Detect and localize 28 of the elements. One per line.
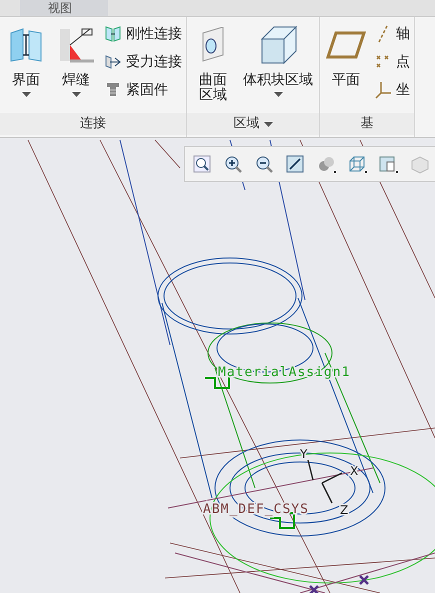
group-label: 连接 <box>0 113 186 135</box>
ribbon-button[interactable]: 坐 <box>374 79 410 101</box>
ribbon-button[interactable]: 平面 <box>324 21 368 113</box>
cube-icon <box>258 23 298 67</box>
ribbon-button[interactable]: 曲面区域 <box>191 21 235 113</box>
ribbon-button[interactable]: 体积块区域 <box>241 21 315 113</box>
zoom-in-icon[interactable] <box>224 154 243 174</box>
ribbon-button[interactable]: 点 <box>374 51 410 73</box>
zoom-out-icon[interactable] <box>255 154 274 174</box>
ribbon-button[interactable]: 紧固件 <box>104 79 182 101</box>
repaint-icon[interactable] <box>286 154 305 174</box>
model-annotation: Z <box>340 503 348 517</box>
rigid-link-icon <box>104 25 122 43</box>
force-link-icon <box>104 53 122 71</box>
ribbon-button[interactable]: 界面 <box>4 21 48 113</box>
group-label: 基 <box>320 113 414 135</box>
ribbon-button[interactable]: 轴 <box>374 23 410 45</box>
group-menu-button[interactable]: 区域 <box>187 113 319 135</box>
ribbon-button[interactable]: 刚性连接 <box>104 23 182 45</box>
wireframe-icon[interactable] <box>348 154 367 174</box>
zoom-fit-icon[interactable] <box>193 154 212 174</box>
shading-icon[interactable] <box>317 154 336 174</box>
saved-views-icon[interactable] <box>379 154 398 174</box>
fastener-icon <box>104 81 122 99</box>
coordinate-system-icon <box>374 81 392 99</box>
ribbon-button[interactable]: 焊缝 <box>54 21 98 113</box>
ribbon-button[interactable]: 受力连接 <box>104 51 182 73</box>
ribbon-tab[interactable]: 视图 <box>20 0 108 16</box>
